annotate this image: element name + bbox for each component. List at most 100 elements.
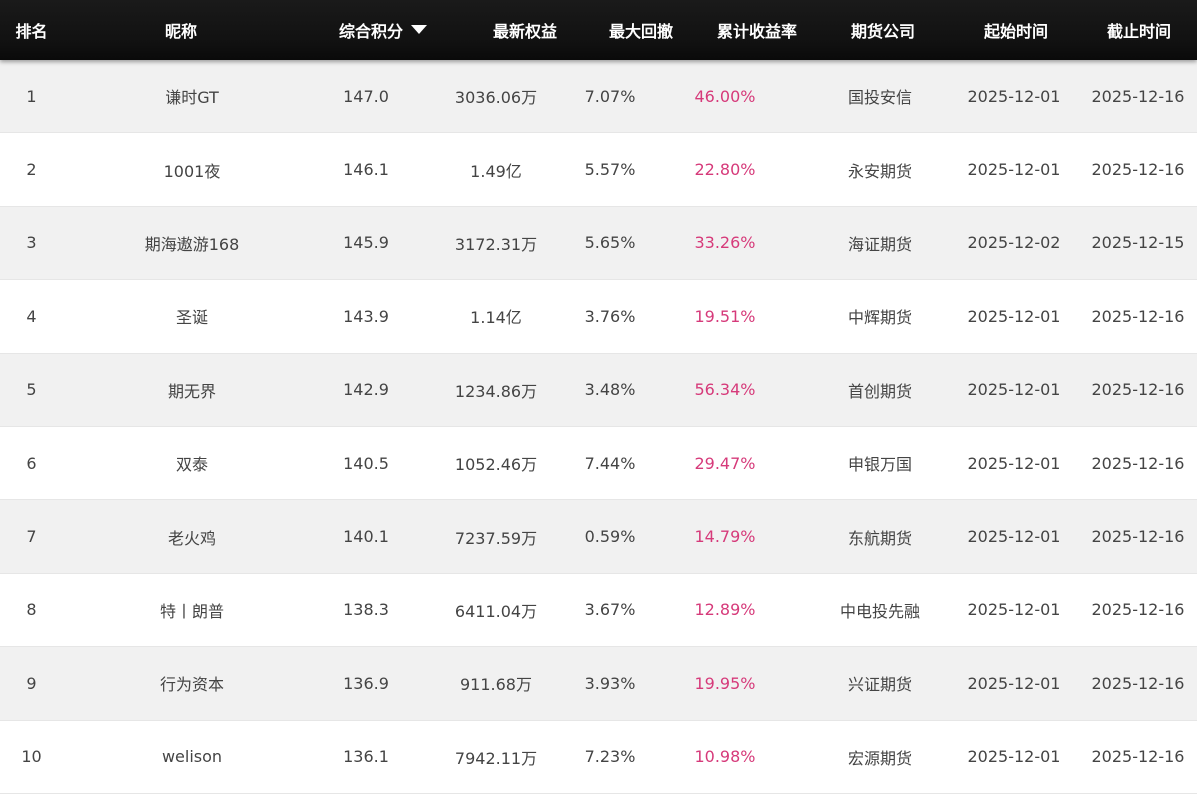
drawdown-cell: 3.76% (584, 306, 636, 326)
table-row: 2 1001夜 146.1 1.49亿 5.57% 22.80% 永安期货 2025-12-0… (0, 133, 1197, 207)
score-cell: 136.1 (343, 747, 389, 767)
header-end-time: 截止时间 (1106, 22, 1171, 41)
score-cell: 140.5 (343, 453, 389, 473)
score-cell: 146.1 (343, 160, 389, 180)
equity-cell: 1052.46万 (454, 455, 538, 475)
header-start-time: 起始时间 (983, 22, 1048, 41)
score-cell: 140.1 (343, 527, 389, 547)
nickname-cell: 老火鸡 (167, 528, 216, 548)
table-header: 排名 昵称 综合积分 最新权益 最大回撤 累计收益率 期货公司 起始时间 截止时… (0, 0, 1197, 60)
equity-cell: 1234.86万 (454, 381, 538, 401)
drawdown-cell: 5.65% (584, 233, 636, 253)
rank-cell: 1 (26, 86, 37, 106)
end-time-cell: 2025-12-15 (1091, 233, 1185, 253)
return-rate-cell: 29.47% (694, 453, 756, 473)
table-row: 10 welison 136.1 7942.11万 7.23% 10.98% 宏源期货 202… (0, 720, 1197, 794)
table-row: 6 双泰 140.5 1052.46万 7.44% 29.47% 申银万国 2025-12-0… (0, 426, 1197, 501)
end-time-cell: 2025-12-16 (1091, 306, 1185, 326)
nickname-cell: 1001夜 (163, 161, 221, 181)
equity-cell: 911.68万 (460, 675, 532, 695)
header-score-label: 综合积分 (338, 22, 403, 41)
nickname-cell: 圣诞 (175, 308, 208, 328)
nickname-cell: welison (161, 747, 223, 767)
drawdown-cell: 7.07% (584, 86, 636, 106)
start-time-cell: 2025-12-01 (967, 380, 1061, 400)
table-row: 7 老火鸡 140.1 7237.59万 0.59% 14.79% 东航期货 2025-12-… (0, 500, 1197, 574)
table-row: 9 行为资本 136.9 911.68万 3.93% 19.95% 兴证期货 2025-12-… (0, 647, 1197, 721)
score-cell: 145.9 (343, 233, 389, 253)
return-rate-cell: 10.98% (694, 747, 756, 767)
score-cell: 147.0 (343, 86, 389, 106)
score-cell: 142.9 (343, 380, 389, 400)
start-time-cell: 2025-12-01 (967, 453, 1061, 473)
return-rate-cell: 46.00% (694, 86, 756, 106)
nickname-cell: 双泰 (175, 455, 208, 475)
company-cell: 永安期货 (847, 161, 912, 181)
header-equity: 最新权益 (492, 22, 557, 41)
drawdown-cell: 3.67% (584, 600, 636, 620)
company-cell: 申银万国 (847, 455, 912, 475)
score-cell: 136.9 (343, 673, 389, 693)
nickname-cell: 特丨朗普 (159, 601, 224, 621)
equity-cell: 7942.11万 (454, 748, 538, 768)
rank-cell: 5 (26, 380, 37, 400)
table-row: 1 谦时GT 147.0 3036.06万 7.07% 46.00% 国投安信 2025-12… (0, 60, 1197, 134)
rank-cell: 8 (26, 600, 37, 620)
return-rate-cell: 33.26% (694, 233, 756, 253)
equity-cell: 3172.31万 (454, 234, 538, 254)
company-cell: 海证期货 (847, 234, 912, 254)
start-time-cell: 2025-12-01 (967, 160, 1061, 180)
table-body: 1 谦时GT 147.0 3036.06万 7.07% 46.00% 国投安信 2025-12… (0, 60, 1197, 794)
score-cell: 138.3 (343, 600, 389, 620)
company-cell: 宏源期货 (847, 748, 912, 768)
end-time-cell: 2025-12-16 (1091, 86, 1185, 106)
table-row: 8 特丨朗普 138.3 6411.04万 3.67% 12.89% 中电投先融 2025-1… (0, 573, 1197, 648)
start-time-cell: 2025-12-01 (967, 86, 1061, 106)
header-rank: 排名 (15, 22, 48, 41)
start-time-cell: 2025-12-01 (967, 527, 1061, 547)
caret-down-icon[interactable] (411, 24, 427, 34)
return-rate-cell: 19.51% (694, 306, 756, 326)
company-cell: 兴证期货 (847, 675, 912, 695)
start-time-cell: 2025-12-01 (967, 306, 1061, 326)
table-row: 5 期无界 142.9 1234.86万 3.48% 56.34% 首创期货 2025-12-… (0, 353, 1197, 427)
leaderboard-table: 排名 昵称 综合积分 最新权益 最大回撤 累计收益率 期货公司 起始时间 截止时… (0, 0, 1197, 794)
rank-cell: 9 (26, 673, 37, 693)
start-time-cell: 2025-12-01 (967, 673, 1061, 693)
return-rate-cell: 22.80% (694, 160, 756, 180)
company-cell: 首创期货 (847, 381, 912, 401)
company-cell: 中电投先融 (839, 601, 920, 621)
score-cell: 143.9 (343, 306, 389, 326)
end-time-cell: 2025-12-16 (1091, 160, 1185, 180)
company-cell: 中辉期货 (847, 308, 912, 328)
drawdown-cell: 5.57% (584, 160, 636, 180)
header-return-rate: 累计收益率 (716, 22, 797, 41)
rank-cell: 3 (26, 233, 37, 253)
return-rate-cell: 12.89% (694, 600, 756, 620)
end-time-cell: 2025-12-16 (1091, 453, 1185, 473)
rank-cell: 4 (26, 306, 37, 326)
header-nickname: 昵称 (164, 22, 197, 41)
equity-cell: 7237.59万 (454, 528, 538, 548)
rank-cell: 2 (26, 160, 37, 180)
drawdown-cell: 7.44% (584, 453, 636, 473)
end-time-cell: 2025-12-16 (1091, 747, 1185, 767)
table-row: 4 圣诞 143.9 1.14亿 3.76% 19.51% 中辉期货 2025-12-01 20… (0, 280, 1197, 354)
nickname-cell: 期海遨游168 (144, 234, 240, 254)
start-time-cell: 2025-12-02 (967, 233, 1061, 253)
header-company: 期货公司 (850, 22, 915, 41)
drawdown-cell: 0.59% (584, 527, 636, 547)
start-time-cell: 2025-12-01 (967, 747, 1061, 767)
rank-cell: 10 (21, 747, 42, 767)
equity-cell: 1.14亿 (470, 308, 522, 328)
drawdown-cell: 7.23% (584, 747, 636, 767)
rank-cell: 7 (26, 527, 37, 547)
nickname-cell: 期无界 (167, 381, 216, 401)
rank-cell: 6 (26, 453, 37, 473)
header-score-sortable[interactable]: 综合积分 (299, 0, 467, 60)
drawdown-cell: 3.93% (584, 673, 636, 693)
start-time-cell: 2025-12-01 (967, 600, 1061, 620)
drawdown-cell: 3.48% (584, 380, 636, 400)
end-time-cell: 2025-12-16 (1091, 600, 1185, 620)
return-rate-cell: 56.34% (694, 380, 756, 400)
